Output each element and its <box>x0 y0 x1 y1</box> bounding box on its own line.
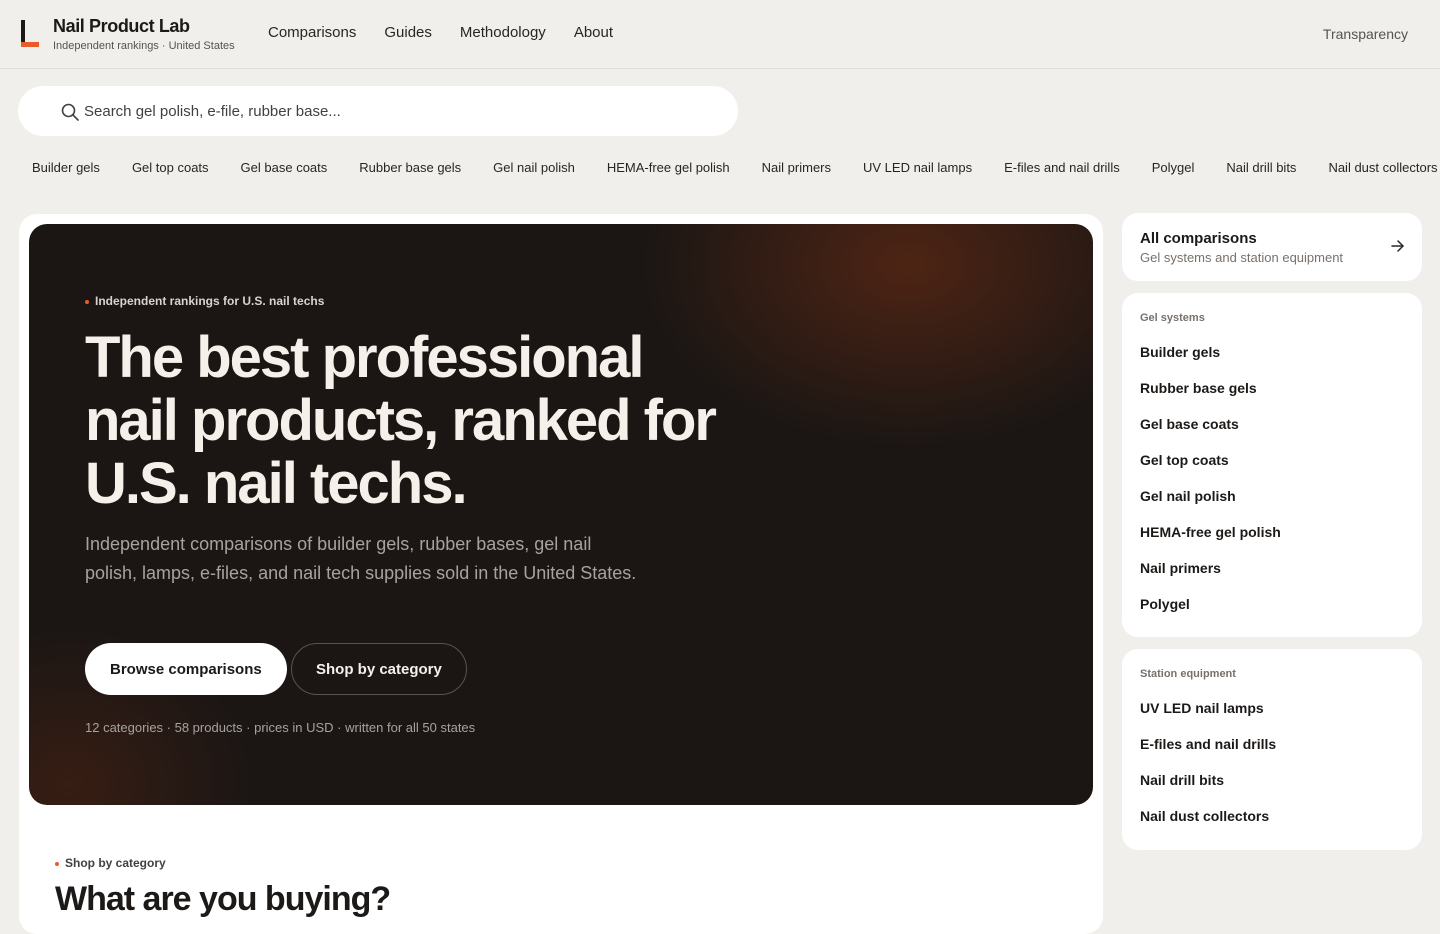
brand-name[interactable]: Nail Product Lab <box>53 16 190 37</box>
logo-icon[interactable] <box>21 20 39 48</box>
shop-by-category-button[interactable]: Shop by category <box>291 643 467 695</box>
gel-systems-list: Builder gels Rubber base gels Gel base c… <box>1140 342 1281 630</box>
chip-builder-gels[interactable]: Builder gels <box>32 160 100 175</box>
sidebar-item-gel-base-coats[interactable]: Gel base coats <box>1140 414 1281 450</box>
chip-uv-led-nail-lamps[interactable]: UV LED nail lamps <box>863 160 972 175</box>
sidebar-item-e-files[interactable]: E-files and nail drills <box>1140 734 1276 770</box>
sidebar-item-hema-free-gel-polish[interactable]: HEMA-free gel polish <box>1140 522 1281 558</box>
sidebar-item-builder-gels[interactable]: Builder gels <box>1140 342 1281 378</box>
all-comparisons-card[interactable]: All comparisons Gel systems and station … <box>1122 213 1422 281</box>
chip-rubber-base-gels[interactable]: Rubber base gels <box>359 160 461 175</box>
all-comparisons-subtitle: Gel systems and station equipment <box>1140 250 1344 265</box>
nav-comparisons[interactable]: Comparisons <box>268 24 356 41</box>
category-chips: Builder gels Gel top coats Gel base coat… <box>0 160 1440 184</box>
chip-nail-dust-collectors[interactable]: Nail dust collectors <box>1328 160 1437 175</box>
chip-e-files[interactable]: E-files and nail drills <box>1004 160 1120 175</box>
brand-tagline: Independent rankings · United States <box>53 40 235 52</box>
accent-dot <box>85 299 89 304</box>
chip-hema-free-gel-polish[interactable]: HEMA-free gel polish <box>607 160 730 175</box>
search-bar <box>18 86 738 136</box>
sidebar-item-nail-dust-collectors[interactable]: Nail dust collectors <box>1140 806 1276 842</box>
sidebar-item-gel-nail-polish[interactable]: Gel nail polish <box>1140 486 1281 522</box>
sidebar-item-nail-primers[interactable]: Nail primers <box>1140 558 1281 594</box>
main-nav: Comparisons Guides Methodology About <box>268 24 613 41</box>
browse-comparisons-button[interactable]: Browse comparisons <box>85 643 287 695</box>
sidebar-item-gel-top-coats[interactable]: Gel top coats <box>1140 450 1281 486</box>
sidebar-item-nail-drill-bits[interactable]: Nail drill bits <box>1140 770 1276 806</box>
nav-about[interactable]: About <box>574 24 613 41</box>
section-eyebrow: Shop by category <box>55 856 166 870</box>
hero-eyebrow-text: Independent rankings for U.S. nail techs <box>95 294 325 308</box>
sidebar-item-rubber-base-gels[interactable]: Rubber base gels <box>1140 378 1281 414</box>
chip-polygel[interactable]: Polygel <box>1152 160 1195 175</box>
station-equipment-card: Station equipment UV LED nail lamps E-fi… <box>1122 649 1422 850</box>
gel-systems-heading: Gel systems <box>1140 312 1205 324</box>
station-equipment-list: UV LED nail lamps E-files and nail drill… <box>1140 698 1276 842</box>
chip-gel-nail-polish[interactable]: Gel nail polish <box>493 160 575 175</box>
accent-dot <box>55 861 59 866</box>
chip-nail-drill-bits[interactable]: Nail drill bits <box>1226 160 1296 175</box>
station-equipment-heading: Station equipment <box>1140 668 1236 680</box>
sidebar-item-polygel[interactable]: Polygel <box>1140 594 1281 630</box>
transparency-link[interactable]: Transparency <box>1323 26 1408 42</box>
section-eyebrow-text: Shop by category <box>65 856 166 870</box>
sidebar-item-uv-led-nail-lamps[interactable]: UV LED nail lamps <box>1140 698 1276 734</box>
chip-nail-primers[interactable]: Nail primers <box>762 160 831 175</box>
hero: Independent rankings for U.S. nail techs… <box>29 224 1093 805</box>
hero-eyebrow: Independent rankings for U.S. nail techs <box>85 294 324 308</box>
nav-methodology[interactable]: Methodology <box>460 24 546 41</box>
hero-meta: 12 categories · 58 products · prices in … <box>85 720 476 735</box>
search-input[interactable] <box>84 97 704 125</box>
all-comparisons-title: All comparisons <box>1140 230 1257 247</box>
arrow-right-icon <box>1391 240 1404 252</box>
site-header: Nail Product Lab Independent rankings · … <box>0 0 1440 69</box>
gel-systems-card: Gel systems Builder gels Rubber base gel… <box>1122 293 1422 637</box>
nav-guides[interactable]: Guides <box>384 24 432 41</box>
chip-gel-base-coats[interactable]: Gel base coats <box>241 160 328 175</box>
search-icon <box>61 103 79 121</box>
hero-description: Independent comparisons of builder gels,… <box>85 534 637 583</box>
hero-title: The best professional nail products, ran… <box>85 325 717 516</box>
chip-gel-top-coats[interactable]: Gel top coats <box>132 160 209 175</box>
